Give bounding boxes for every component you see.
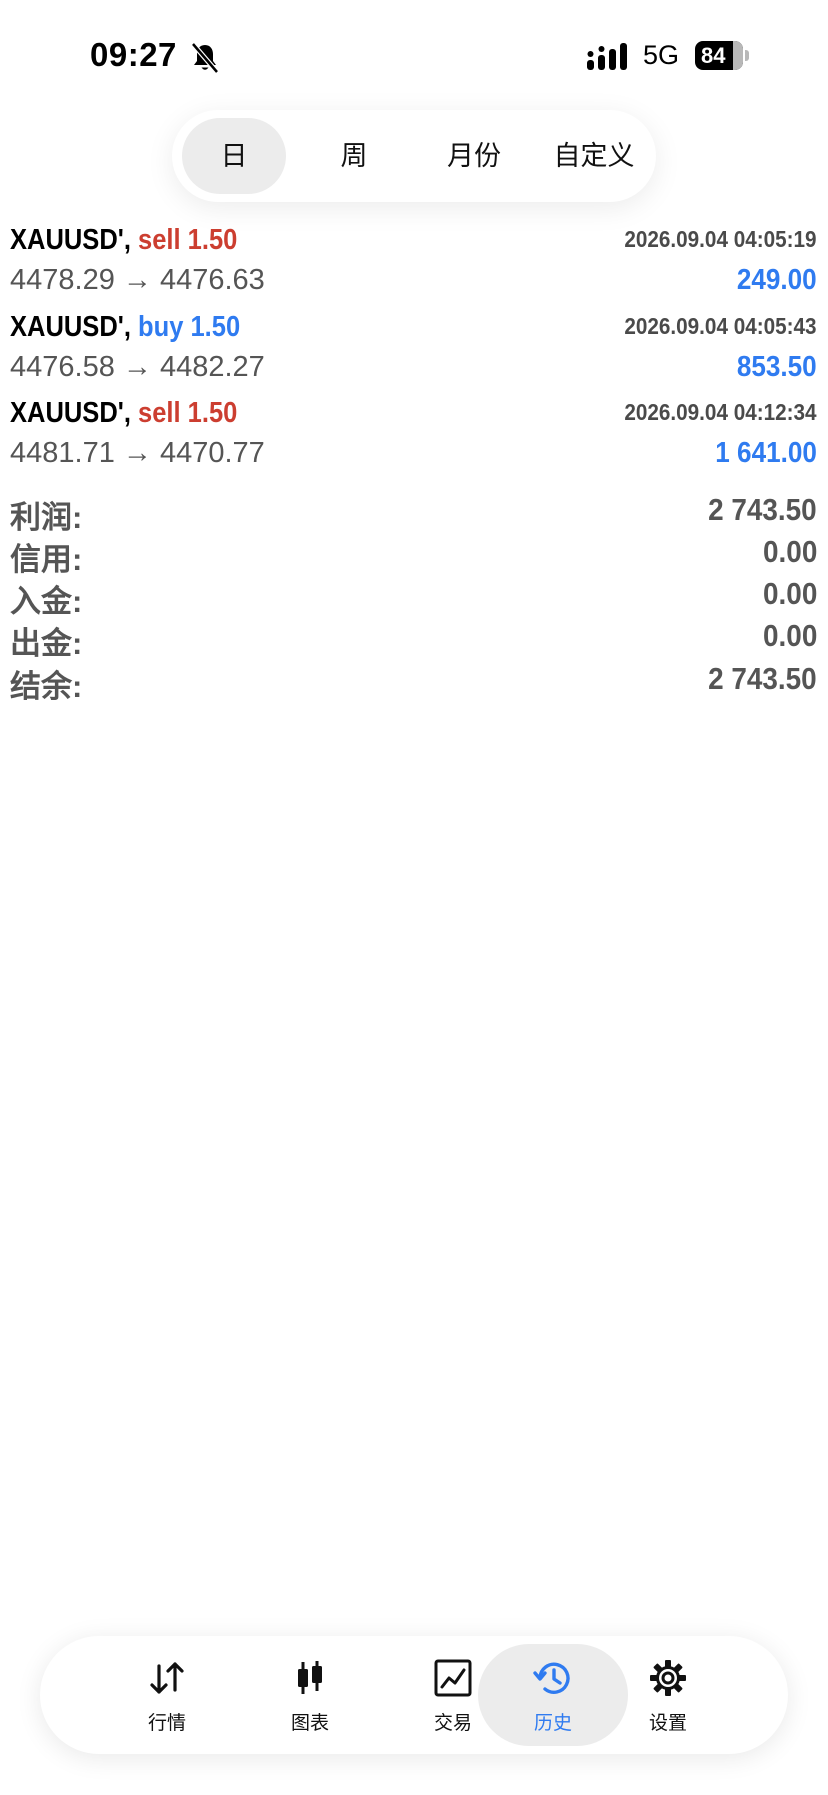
- nav-settings[interactable]: 设置: [593, 1644, 743, 1746]
- trade-time: 2026.09.04 04:05:19: [624, 226, 817, 252]
- signal-bars-icon: [587, 43, 627, 70]
- status-bar: 09:27 5G 84: [0, 34, 828, 84]
- nav-label: 行情: [147, 1713, 186, 1734]
- trade-chart-icon: [434, 1659, 472, 1697]
- trade-row[interactable]: XAUUSD', sell 1.50 2026.09.04 04:05:19 4…: [0, 224, 828, 310]
- gear-icon: [650, 1660, 686, 1696]
- summary-withdrawal: 出金: 0.00: [0, 618, 828, 661]
- period-selector: 日 周 月份 自定义: [172, 110, 656, 202]
- battery-icon: 84: [695, 41, 749, 70]
- summary-value: 0.00: [762, 576, 817, 611]
- tab-custom[interactable]: 自定义: [542, 118, 646, 194]
- summary-value: 2 743.50: [708, 661, 817, 696]
- summary-balance: 结余: 2 743.50: [0, 661, 828, 704]
- tab-day[interactable]: 日: [182, 118, 286, 194]
- nav-label: 设置: [648, 1713, 687, 1734]
- summary-profit: 利润: 2 743.50: [0, 492, 828, 535]
- trade-side: sell 1.50: [138, 397, 238, 429]
- trade-side: buy 1.50: [138, 311, 241, 343]
- summary-value: 0.00: [762, 618, 817, 653]
- trade-profit: 853.50: [737, 351, 817, 383]
- history-clock-icon: [533, 1662, 570, 1694]
- summary-value: 0.00: [762, 534, 817, 569]
- trade-symbol: XAUUSD',: [10, 311, 131, 343]
- summary-label: 出金:: [10, 626, 83, 661]
- nav-quotes[interactable]: 行情: [92, 1644, 242, 1746]
- status-time: 09:27: [90, 36, 177, 73]
- trade-side: sell 1.50: [138, 224, 238, 256]
- trade-profit: 1 641.00: [715, 437, 817, 469]
- summary-deposit: 入金: 0.00: [0, 576, 828, 619]
- bottom-nav: 行情 图表 交易 历史 设置: [40, 1636, 788, 1754]
- trade-symbol: XAUUSD',: [10, 224, 131, 256]
- battery-level: 84: [701, 43, 726, 68]
- summary-value: 2 743.50: [708, 492, 817, 527]
- screen: 09:27 5G 84 日 周 月份 自定义 XAUUSD', sell 1.5…: [0, 0, 828, 1795]
- summary-label: 利润:: [10, 500, 83, 535]
- trade-symbol: XAUUSD',: [10, 397, 131, 429]
- trade-symbol-line: XAUUSD', sell 1.50: [10, 397, 237, 430]
- trade-prices: 4481.71 → 4470.77: [10, 437, 265, 469]
- trade-symbol-line: XAUUSD', sell 1.50: [10, 224, 237, 257]
- trade-time: 2026.09.04 04:12:34: [624, 399, 817, 425]
- bell-slash-icon: [191, 42, 219, 74]
- tab-week[interactable]: 周: [302, 118, 406, 194]
- candlestick-chart-icon: [298, 1661, 322, 1694]
- quotes-arrows-icon: [150, 1662, 184, 1694]
- tab-month[interactable]: 月份: [422, 118, 526, 194]
- summary-label: 结余:: [10, 669, 83, 704]
- trade-time: 2026.09.04 04:05:43: [624, 313, 817, 339]
- trade-row[interactable]: XAUUSD', sell 1.50 2026.09.04 04:12:34 4…: [0, 397, 828, 483]
- trade-symbol-line: XAUUSD', buy 1.50: [10, 311, 240, 344]
- trade-prices: 4478.29 → 4476.63: [10, 264, 265, 296]
- trade-row[interactable]: XAUUSD', buy 1.50 2026.09.04 04:05:43 44…: [0, 311, 828, 397]
- trade-profit: 249.00: [737, 264, 817, 296]
- trade-prices: 4476.58 → 4482.27: [10, 351, 265, 383]
- summary-label: 入金:: [10, 584, 83, 619]
- nav-charts[interactable]: 图表: [235, 1644, 385, 1746]
- summary-label: 信用:: [10, 542, 83, 577]
- summary-credit: 信用: 0.00: [0, 534, 828, 577]
- network-type: 5G: [643, 40, 680, 70]
- nav-label: 图表: [290, 1713, 329, 1734]
